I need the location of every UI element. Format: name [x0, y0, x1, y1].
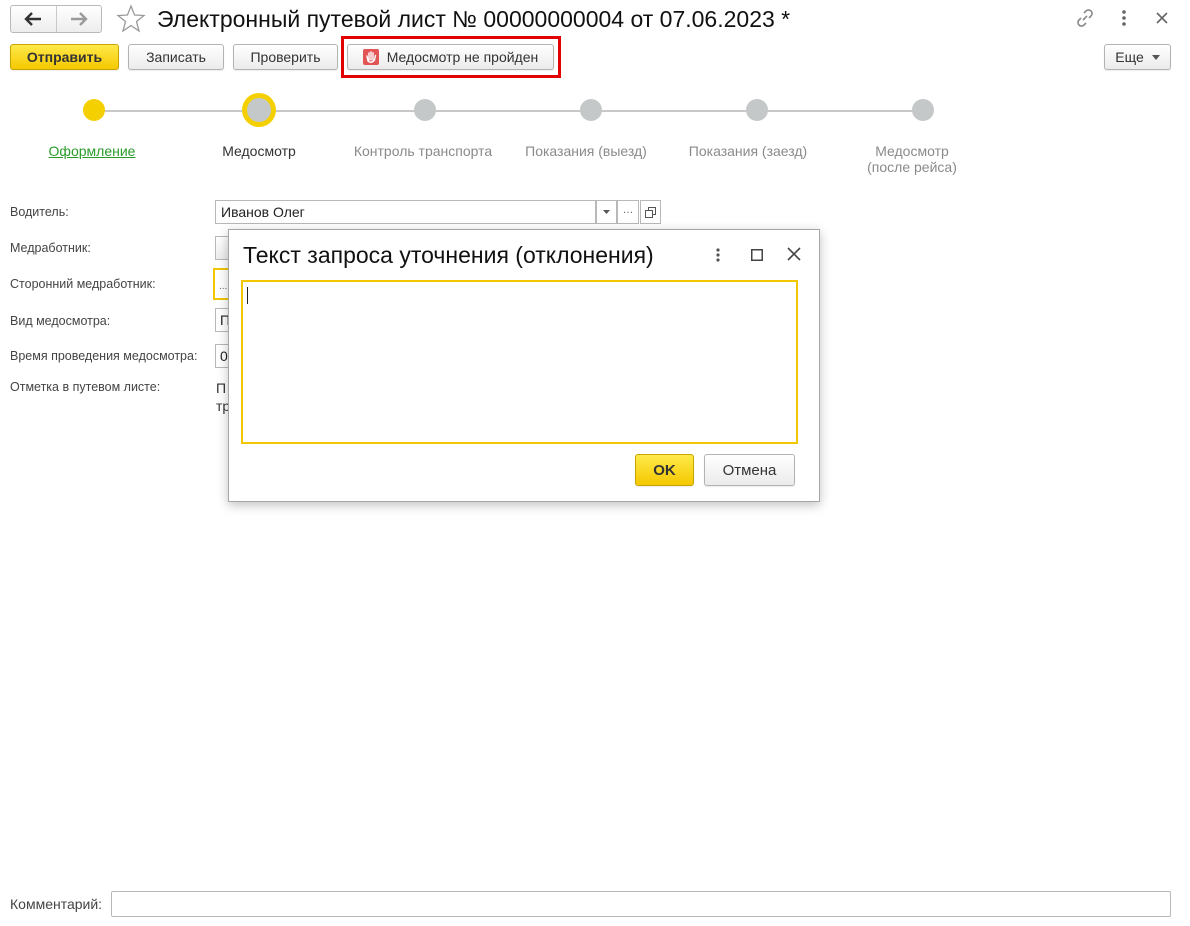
kebab-menu-icon — [1122, 10, 1126, 26]
step-2-label[interactable]: Медосмотр — [174, 143, 344, 159]
med-failed-button[interactable]: Медосмотр не пройден — [347, 44, 554, 70]
mark-label: Отметка в путевом листе: — [10, 380, 161, 394]
dialog-maximize-button[interactable] — [748, 246, 766, 264]
driver-label: Водитель: — [10, 205, 69, 219]
step-6-label[interactable]: Медосмотр (после рейса) — [827, 143, 997, 175]
step-1-label[interactable]: Оформление — [7, 143, 177, 159]
dialog-ok-button[interactable]: OK — [635, 454, 694, 486]
dialog-title: Текст запроса уточнения (отклонения) — [243, 242, 654, 268]
more-button[interactable]: Еще — [1104, 44, 1171, 70]
back-button[interactable] — [11, 6, 56, 32]
close-form-button[interactable] — [1150, 7, 1174, 29]
step-1-dot[interactable] — [83, 99, 105, 121]
step-2-dot — [247, 98, 271, 122]
close-icon — [787, 247, 801, 261]
step-6-dot[interactable] — [912, 99, 934, 121]
navigation-buttons — [10, 5, 102, 33]
send-button[interactable]: Отправить — [10, 44, 119, 70]
link-icon — [1077, 9, 1093, 27]
write-button[interactable]: Записать — [128, 44, 224, 70]
kebab-menu-icon — [716, 248, 720, 262]
comment-input[interactable] — [111, 891, 1171, 917]
dialog-close-button[interactable] — [785, 245, 803, 263]
link-button[interactable] — [1073, 7, 1097, 29]
arrow-right-icon — [70, 12, 88, 26]
medic-label: Медработник: — [10, 241, 91, 255]
step-5-dot[interactable] — [746, 99, 768, 121]
dialog-menu-button[interactable] — [711, 245, 725, 265]
driver-select-button[interactable]: … — [617, 200, 639, 224]
driver-input[interactable]: Иванов Олег — [215, 200, 596, 224]
maximize-icon — [751, 249, 763, 261]
check-button[interactable]: Проверить — [233, 44, 338, 70]
more-label: Еще — [1115, 49, 1144, 65]
step-3-dot[interactable] — [414, 99, 436, 121]
ext-medic-label: Сторонний медработник: — [10, 277, 156, 291]
arrow-left-icon — [24, 12, 42, 26]
more-actions-button[interactable] — [1112, 7, 1136, 29]
dialog-cancel-button[interactable]: Отмена — [704, 454, 795, 486]
exam-type-label: Вид медосмотра: — [10, 314, 111, 328]
step-6-label-line1: Медосмотр — [875, 143, 949, 159]
chevron-down-icon — [1151, 54, 1160, 60]
step-6-label-line2: (после рейса) — [867, 159, 957, 175]
driver-open-button[interactable] — [640, 200, 661, 224]
open-window-icon — [645, 206, 656, 218]
hand-stop-icon — [362, 49, 379, 65]
favorite-star-icon[interactable] — [116, 4, 146, 34]
close-icon — [1156, 12, 1168, 24]
step-3-label[interactable]: Контроль транспорта — [338, 143, 508, 159]
chevron-down-icon — [603, 210, 610, 214]
page-title: Электронный путевой лист № 00000000004 о… — [157, 6, 791, 32]
step-2-dot-ring[interactable] — [242, 93, 276, 127]
step-4-dot[interactable] — [580, 99, 602, 121]
med-failed-label: Медосмотр не пройден — [386, 49, 539, 65]
driver-dropdown-button[interactable] — [596, 200, 617, 224]
step-4-label[interactable]: Показания (выезд) — [501, 143, 671, 159]
stepper-line — [94, 110, 924, 112]
forward-button[interactable] — [55, 6, 102, 32]
comment-label: Комментарий: — [10, 896, 103, 912]
clarification-dialog: Текст запроса уточнения (отклонения) OK … — [228, 229, 820, 502]
exam-time-label: Время проведения медосмотра: — [10, 349, 198, 363]
text-caret — [247, 287, 248, 304]
request-text-area[interactable] — [241, 280, 798, 444]
step-5-label[interactable]: Показания (заезд) — [663, 143, 833, 159]
